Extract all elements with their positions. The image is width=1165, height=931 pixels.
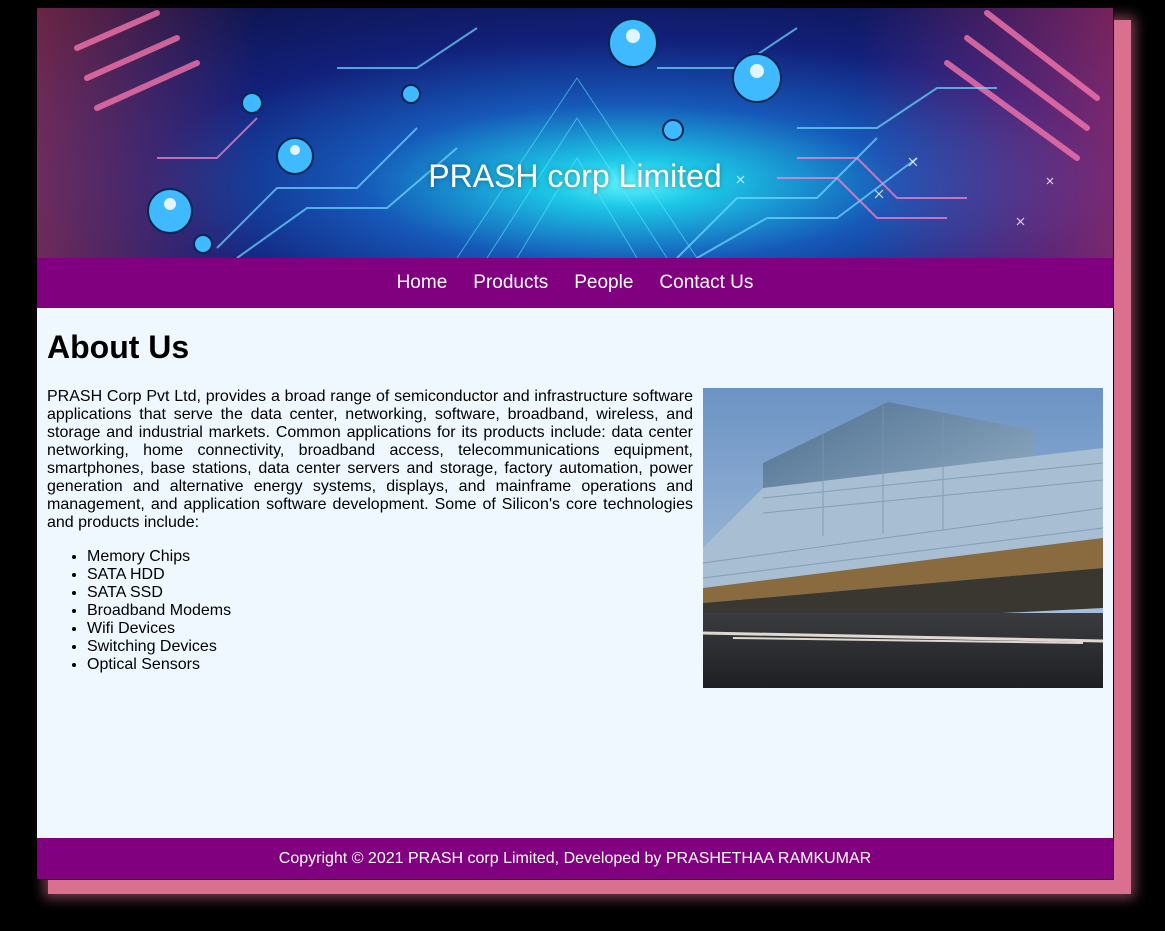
office-building-photo [703,388,1103,688]
list-item: Broadband Modems [87,602,693,620]
main-nav: Home Products People Contact Us [37,258,1113,308]
technology-list: Memory Chips SATA HDD SATA SSD Broadband… [47,548,693,674]
main-content: About Us PRASH Corp Pvt Ltd, provides a … [37,308,1113,839]
nav-contact-us[interactable]: Contact Us [659,272,753,294]
nav-home[interactable]: Home [397,272,448,294]
nav-people[interactable]: People [574,272,633,294]
site-title: PRASH corp Limited [428,158,722,194]
circuit-board-image [37,8,1113,258]
list-item: Wifi Devices [87,620,693,638]
list-item: SATA HDD [87,566,693,584]
list-item: Switching Devices [87,638,693,656]
copyright-text: Copyright © 2021 PRASH corp Limited, Dev… [278,849,872,867]
about-paragraph: PRASH Corp Pvt Ltd, provides a broad ran… [47,388,693,531]
page-heading: About Us [47,329,190,365]
page-container: PRASH corp Limited Home Products People … [36,7,1114,880]
list-item: SATA SSD [87,584,693,602]
nav-products[interactable]: Products [473,272,548,294]
about-text: PRASH Corp Pvt Ltd, provides a broad ran… [47,388,693,674]
list-item: Optical Sensors [87,656,693,674]
list-item: Memory Chips [87,548,693,566]
footer: Copyright © 2021 PRASH corp Limited, Dev… [37,838,1113,879]
header-banner: PRASH corp Limited [37,8,1113,258]
